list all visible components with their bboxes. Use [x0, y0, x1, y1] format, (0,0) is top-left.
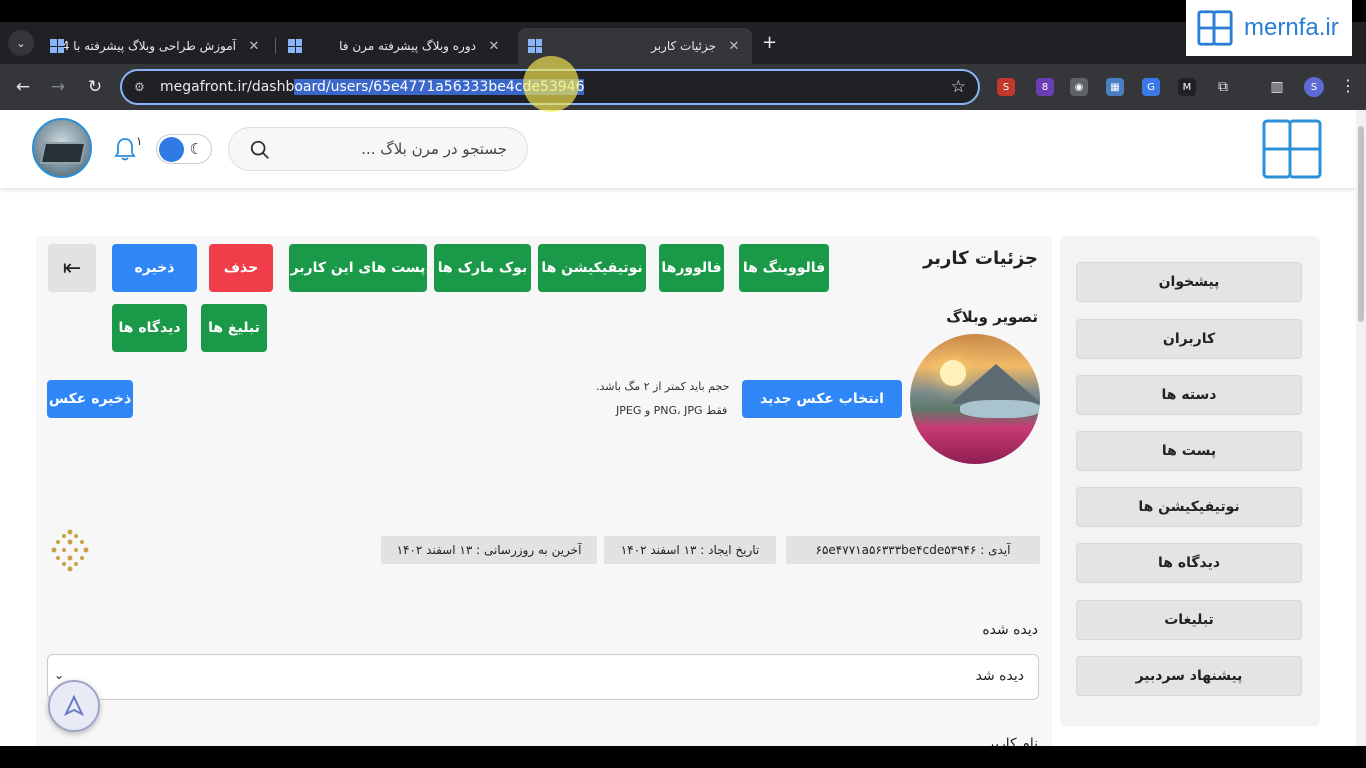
moon-icon: ☾	[189, 140, 203, 158]
search-icon[interactable]	[249, 139, 271, 161]
bookmarks-button[interactable]: بوک مارک ها	[434, 244, 531, 292]
user-avatar[interactable]	[32, 118, 92, 178]
mernfa-watermark: mernfa.ir	[1186, 0, 1352, 56]
tab-close-icon[interactable]: ✕	[726, 39, 742, 54]
cursor-highlight	[523, 56, 579, 112]
sidebar-item-editor-picks[interactable]: پیشنهاد سردبیر	[1076, 656, 1302, 696]
bottom-black-bar	[0, 746, 1366, 768]
delete-button[interactable]: حذف	[209, 244, 273, 292]
updated-date-box: آخرین به روزرسانی : ۱۳ اسفند ۱۴۰۲	[381, 536, 597, 564]
tab-separator	[275, 38, 276, 54]
tab-favicon-icon	[288, 39, 302, 53]
back-arrow-icon[interactable]: ←	[12, 76, 34, 98]
top-black-bar	[0, 0, 1366, 22]
choose-image-button[interactable]: انتخاب عکس جدید	[742, 380, 902, 418]
size-hint: حجم باید کمتر از ۲ مگ باشد.	[596, 380, 730, 393]
reload-icon[interactable]: ↻	[84, 76, 106, 98]
seen-select-value: دیده شد	[975, 668, 1024, 684]
toggle-knob	[159, 137, 184, 162]
back-arrow-button[interactable]: ⇤	[48, 244, 96, 292]
sidebar-item-comments[interactable]: دیدگاه ها	[1076, 543, 1302, 583]
save-image-button[interactable]: ذخیره عکس	[47, 380, 133, 418]
web-page: جستجو در مرن بلاگ ... ☾ ۱ پیشخوان کاربرا…	[0, 110, 1356, 746]
chevron-down-icon: ⌄	[54, 668, 65, 682]
seen-label: دیده شده	[982, 622, 1038, 638]
following-button[interactable]: فالووینگ ها	[739, 244, 829, 292]
bookmark-star-icon[interactable]: ☆	[951, 77, 966, 97]
scroll-top-button[interactable]	[48, 680, 100, 732]
translate-extension-icon[interactable]: G	[1142, 78, 1160, 96]
sidebar-item-ads[interactable]: تبلیغات	[1076, 600, 1302, 640]
sidebar-item-notifications[interactable]: نوتیفیکیشن ها	[1076, 487, 1302, 527]
tab-title: دوره وبلاگ پیشرفته مرن فا	[339, 39, 476, 53]
site-settings-icon[interactable]: ⚙	[134, 80, 154, 94]
sidebar-item-posts[interactable]: پست ها	[1076, 431, 1302, 471]
seen-select[interactable]: دیده شد ⌄	[47, 654, 1039, 700]
tab-close-icon[interactable]: ✕	[486, 39, 502, 54]
tab-favicon-icon	[50, 39, 64, 53]
blog-image-label: تصویر وبلاگ	[946, 308, 1038, 326]
browser-toolbar: ← → ↻ ⚙ megafront.ir/dashboard/users/65e…	[0, 64, 1366, 110]
dashboard-sidebar: پیشخوان کاربران دسته ها پست ها نوتیفیکیش…	[1060, 236, 1320, 726]
save-button[interactable]: ذخیره	[112, 244, 197, 292]
sidebar-item-categories[interactable]: دسته ها	[1076, 375, 1302, 415]
profile-avatar[interactable]: S	[1304, 77, 1324, 97]
tab-favicon-icon	[528, 39, 542, 53]
bell-icon[interactable]	[114, 136, 136, 162]
ornament-emblem-icon	[51, 529, 89, 572]
notification-count: ۱	[136, 134, 143, 148]
address-url[interactable]: megafront.ir/dashboard/users/65e4771a563…	[160, 79, 585, 95]
page-scrollbar[interactable]	[1356, 110, 1366, 746]
camera-extension-icon[interactable]: ◉	[1070, 78, 1088, 96]
laptop-image	[39, 142, 87, 164]
extension-icon[interactable]: S	[997, 78, 1015, 96]
browser-tab-2[interactable]: دوره وبلاگ پیشرفته مرن فا ✕	[278, 28, 512, 64]
scrollbar-thumb[interactable]	[1358, 126, 1364, 322]
navigation-arrow-icon	[63, 694, 85, 717]
extensions-puzzle-icon[interactable]: ⧉	[1214, 78, 1232, 96]
tab-title: آموزش طراحی وبلاگ پیشرفته با 4	[64, 39, 236, 53]
forward-arrow-icon[interactable]: →	[47, 76, 69, 98]
page-title: جزئیات کاربر	[923, 248, 1038, 269]
search-input[interactable]: جستجو در مرن بلاگ ...	[361, 140, 507, 158]
tab-close-icon[interactable]: ✕	[246, 39, 262, 54]
arrow-left-bar-icon: ⇤	[62, 255, 82, 281]
ads-button[interactable]: تبلیغ ها	[201, 304, 267, 352]
dark-mode-toggle[interactable]: ☾	[156, 134, 212, 164]
image-mountain	[950, 364, 1040, 404]
sidebar-item-dashboard[interactable]: پیشخوان	[1076, 262, 1302, 302]
new-tab-button[interactable]: +	[762, 32, 777, 53]
side-panel-icon[interactable]: ▥	[1268, 78, 1286, 96]
browser-menu-icon[interactable]: ⋮	[1340, 76, 1356, 95]
user-id-box: آیدی : ۶۵e۴۷۷۱a۵۶۳۳۳be۴cde۵۳۹۴۶	[786, 536, 1040, 564]
username-label: نام کاربر	[987, 736, 1038, 746]
notifications-button[interactable]: نوتیفیکیشن ها	[538, 244, 646, 292]
watermark-text: mernfa.ir	[1244, 14, 1339, 41]
screen: ⌄ آموزش طراحی وبلاگ پیشرفته با 4 ✕ دوره …	[0, 0, 1366, 768]
blog-image	[910, 334, 1040, 464]
tab-title: جزئیات کاربر	[651, 39, 716, 53]
tab-search-button[interactable]: ⌄	[8, 30, 34, 56]
comments-button[interactable]: دیدگاه ها	[112, 304, 187, 352]
extension-icon[interactable]: 8	[1036, 78, 1054, 96]
extension-icon[interactable]: ▦	[1106, 78, 1124, 96]
sidebar-item-users[interactable]: کاربران	[1076, 319, 1302, 359]
created-date-box: تاریخ ایجاد : ۱۳ اسفند ۱۴۰۲	[604, 536, 776, 564]
user-posts-button[interactable]: پست های این کاربر	[289, 244, 427, 292]
followers-button[interactable]: فالوورها	[659, 244, 724, 292]
browser-tab-1[interactable]: آموزش طراحی وبلاگ پیشرفته با 4 ✕	[40, 28, 272, 64]
user-detail-panel: جزئیات کاربر فالووینگ ها فالوورها نوتیفی…	[36, 236, 1052, 746]
extension-icon[interactable]: M	[1178, 78, 1196, 96]
browser-tab-strip: ⌄ آموزش طراحی وبلاگ پیشرفته با 4 ✕ دوره …	[0, 22, 1366, 64]
site-logo-icon[interactable]	[1261, 118, 1323, 180]
image-lake	[960, 400, 1040, 418]
site-header: جستجو در مرن بلاگ ... ☾ ۱	[0, 110, 1356, 188]
search-box[interactable]: جستجو در مرن بلاگ ...	[228, 127, 528, 171]
format-hint: فقط PNG، JPG و JPEG	[616, 404, 728, 417]
mernfa-logo-icon	[1197, 10, 1233, 46]
